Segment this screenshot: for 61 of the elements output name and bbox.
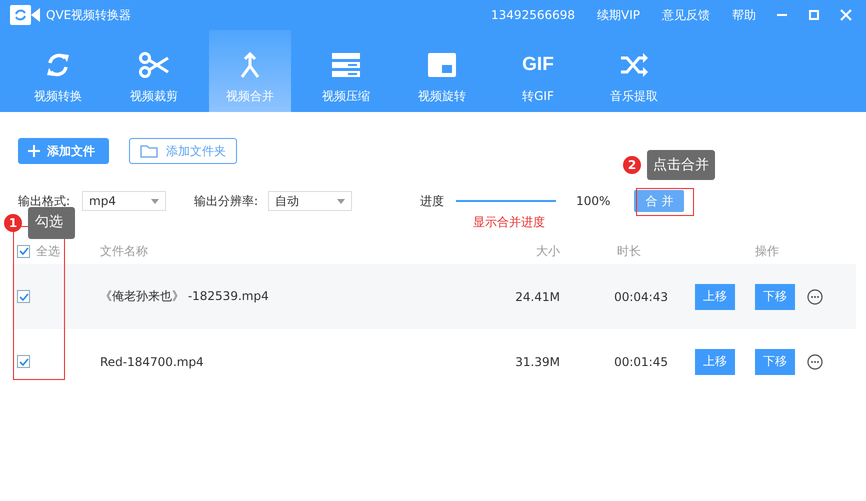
column-header: 大小 bbox=[535, 242, 560, 260]
file-name: 《俺老孙来也》 -182539.mp4 bbox=[100, 288, 270, 305]
add-file-button[interactable]: 添加文件 bbox=[18, 138, 109, 164]
maximize-icon[interactable] bbox=[808, 9, 820, 21]
move-up-button[interactable]: 上移 bbox=[695, 348, 735, 374]
table-row[interactable]: Red-184700.mp4 31.39M 00:01:45 上移 下移 bbox=[12, 329, 856, 394]
merge-button[interactable]: 合 并 bbox=[634, 190, 684, 212]
checkbox[interactable] bbox=[17, 355, 30, 368]
checkbox[interactable] bbox=[17, 244, 30, 258]
account-number: 13492566698 bbox=[491, 8, 576, 22]
header-link[interactable]: 意见反馈 bbox=[662, 6, 710, 24]
more-icon[interactable] bbox=[807, 354, 823, 370]
window-frame-icon bbox=[427, 50, 457, 80]
header-link[interactable]: 帮助 bbox=[732, 6, 756, 24]
scissors-icon bbox=[138, 50, 170, 80]
window-title: QVE视频转换器 bbox=[46, 6, 132, 24]
step-badge: 1 bbox=[4, 214, 22, 232]
format-label: 输出格式: bbox=[18, 192, 70, 210]
header-link[interactable]: 续期VIP bbox=[597, 6, 640, 24]
column-header: 文件名称 bbox=[100, 242, 149, 260]
stacked-bars-icon bbox=[331, 50, 361, 80]
move-down-button[interactable]: 下移 bbox=[755, 284, 795, 310]
progress-percent: 100% bbox=[576, 194, 610, 208]
move-down-button[interactable]: 下移 bbox=[755, 348, 795, 374]
tool-tab[interactable]: 视频裁剪 bbox=[106, 30, 202, 112]
folder-icon bbox=[140, 144, 158, 158]
plus-icon bbox=[28, 145, 40, 157]
resolution-label: 输出分辨率: bbox=[194, 192, 258, 210]
tool-tab[interactable]: 视频转换 bbox=[10, 30, 106, 112]
camera-logo-icon bbox=[10, 5, 40, 25]
file-duration: 00:04:43 bbox=[613, 290, 669, 304]
gif-glyph: GIF bbox=[522, 53, 554, 77]
file-duration: 00:01:45 bbox=[613, 354, 669, 368]
add-folder-button[interactable]: 添加文件夹 bbox=[129, 138, 237, 164]
dropdown-caret-icon bbox=[151, 198, 160, 204]
resolution-dropdown[interactable]: 自动 bbox=[268, 191, 352, 211]
tool-tab[interactable]: 视频压缩 bbox=[298, 30, 394, 112]
tooltip: 勾选 bbox=[28, 207, 75, 239]
tool-tab[interactable]: 视频合并 bbox=[209, 30, 291, 112]
tool-tab[interactable]: 音乐提取 bbox=[586, 30, 682, 112]
step-badge: 2 bbox=[623, 156, 641, 174]
move-up-button[interactable]: 上移 bbox=[695, 284, 735, 310]
table-row[interactable]: 《俺老孙来也》 -182539.mp4 24.41M 00:04:43 上移 下移 bbox=[12, 264, 856, 329]
file-size: 31.39M bbox=[514, 354, 560, 368]
progress-note: 显示合并进度 bbox=[473, 214, 545, 231]
select-all-label: 全选 bbox=[36, 242, 60, 260]
tool-tab[interactable]: 视频旋转 bbox=[394, 30, 490, 112]
column-header: 时长 bbox=[616, 242, 642, 260]
more-icon[interactable] bbox=[807, 288, 823, 304]
format-dropdown[interactable]: mp4 bbox=[82, 191, 166, 211]
close-icon[interactable] bbox=[840, 9, 852, 21]
file-name: Red-184700.mp4 bbox=[100, 354, 205, 368]
tooltip: 点击合并 bbox=[647, 150, 715, 180]
shuffle-icon bbox=[619, 50, 649, 80]
tool-tab[interactable]: GIF 转GIF bbox=[490, 30, 586, 112]
checkbox[interactable] bbox=[17, 290, 30, 303]
column-header: 操作 bbox=[754, 242, 780, 260]
dropdown-caret-icon bbox=[337, 198, 346, 204]
file-size: 24.41M bbox=[514, 290, 560, 304]
highlight-frame bbox=[636, 188, 694, 216]
progress-label: 进度 bbox=[420, 192, 444, 210]
